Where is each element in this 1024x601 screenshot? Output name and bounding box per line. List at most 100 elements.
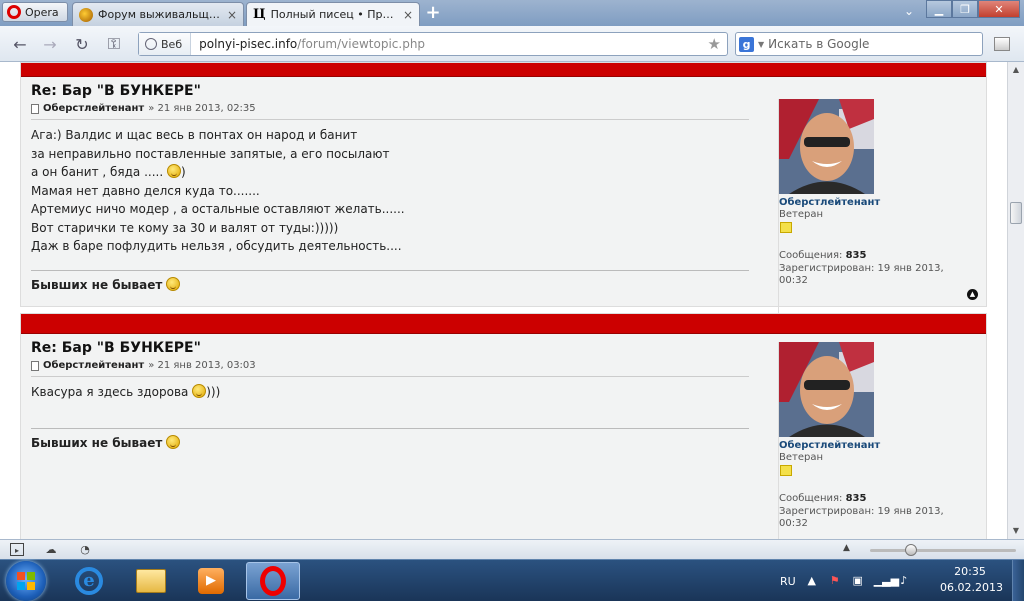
zoom-slider-handle[interactable] (905, 544, 917, 556)
opera-menu-button[interactable]: Opera (2, 2, 68, 22)
start-button[interactable] (6, 561, 46, 601)
show-hidden-icons-icon[interactable]: ▲ (805, 574, 819, 588)
taskbar-clock[interactable]: 20:35 06.02.2013 (940, 564, 1003, 596)
post-line: Ага:) Валдис и щас весь в понтах он наро… (31, 128, 358, 142)
system-tray: RU ▲ ⚑ ▣ ▁▃▅ ♪ (780, 560, 911, 601)
language-indicator[interactable]: RU (780, 575, 796, 588)
tab-close-icon[interactable]: × (403, 8, 413, 22)
tab-close-icon[interactable]: × (227, 8, 237, 22)
post-link-icon[interactable] (31, 103, 39, 114)
windows-logo-icon (17, 572, 35, 590)
address-bar[interactable]: Веб polnyi-pisec.info/forum/viewtopic.ph… (138, 32, 728, 56)
rank-badge-icon (780, 465, 792, 476)
scroll-up-arrow-icon[interactable]: ▲ (1008, 62, 1024, 78)
forum-post: Re: Бар "В БУНКЕРЕ" Оберстлейтенант » 21… (20, 313, 987, 539)
signature-text: Бывших не бывает (31, 436, 163, 450)
tab-label: Форум выживальщик... (98, 8, 222, 21)
device-icon[interactable]: ▣ (851, 574, 865, 588)
tab-label: Полный писец • Прос... (270, 8, 398, 21)
posts-count-value: 835 (845, 250, 867, 261)
scrollbar-thumb[interactable] (1010, 202, 1022, 224)
maximize-button[interactable]: ❐ (952, 0, 978, 18)
taskbar-media-player[interactable]: ▶ (184, 562, 238, 600)
posts-count-label: Сообщения: (779, 493, 843, 504)
reload-icon[interactable]: ↻ (72, 34, 92, 54)
post-link-icon[interactable] (31, 360, 39, 371)
window-controls: ▁ ❐ ✕ (926, 0, 1020, 18)
panel-toggle-icon[interactable] (994, 37, 1010, 51)
vertical-scrollbar[interactable]: ▲ ▼ (1007, 62, 1024, 539)
minimize-button[interactable]: ▁ (926, 0, 952, 18)
avatar (779, 99, 874, 194)
zoom-arrow-icon[interactable]: ▲ (843, 543, 850, 553)
taskbar-explorer[interactable] (124, 562, 178, 600)
post-signature: Бывших не бывает (31, 428, 749, 450)
site-favicon-icon: Ц (253, 7, 266, 22)
close-window-button[interactable]: ✕ (978, 0, 1020, 18)
web-mode-badge[interactable]: Веб (139, 33, 192, 55)
tab-forum-survivalist[interactable]: Форум выживальщик... × (72, 2, 244, 26)
profile-stats: Сообщения: 835 Зарегистрирован: 19 янв 2… (779, 250, 969, 288)
smiley-grin-icon (192, 384, 207, 398)
key-icon[interactable]: ⚿ (104, 34, 124, 54)
tab-list-chevron-icon[interactable]: ⌄ (904, 4, 914, 18)
post-line-suffix: ) (181, 165, 186, 179)
post-author[interactable]: Оберстлейтенант (43, 103, 144, 114)
post-date: » 21 янв 2013, 03:03 (148, 360, 256, 371)
post-title[interactable]: Re: Бар "В БУНКЕРЕ" (31, 83, 976, 99)
posts-count-label: Сообщения: (779, 250, 843, 261)
post-line: Даж в баре пофлудить нельзя , обсудить д… (31, 239, 402, 253)
taskbar-internet-explorer[interactable]: e (62, 562, 116, 600)
site-favicon-icon (79, 7, 93, 22)
scroll-down-arrow-icon[interactable]: ▼ (1008, 523, 1024, 539)
zoom-slider[interactable] (870, 549, 1016, 552)
post-header-bar (21, 63, 986, 77)
opera-unite-cloud-icon[interactable]: ☁ (44, 543, 58, 556)
rank-badge-icon (780, 222, 792, 233)
post-header-bar (21, 314, 986, 334)
show-desktop-button[interactable] (1012, 560, 1024, 601)
volume-icon[interactable]: ♪ (897, 574, 911, 588)
smiley-icon (166, 435, 181, 449)
clock-date: 06.02.2013 (940, 581, 1003, 594)
turbo-gauge-icon[interactable]: ◔ (78, 543, 92, 556)
page-content: Re: Бар "В БУНКЕРЕ" Оберстлейтенант » 21… (0, 62, 1007, 539)
post-line: Вот старички те кому за 30 и валят от ту… (31, 220, 339, 235)
post-line-suffix: ))) (206, 385, 221, 399)
posts-count-value: 835 (845, 493, 867, 504)
post-author[interactable]: Оберстлейтенант (43, 360, 144, 371)
signature-text: Бывших не бывает (31, 277, 163, 292)
network-signal-icon[interactable]: ▁▃▅ (874, 574, 899, 588)
profile-rank: Ветеран (779, 452, 824, 463)
profile-username[interactable]: Оберстлейтенант (779, 440, 880, 451)
bookmark-star-icon[interactable]: ★ (708, 35, 727, 53)
panel-toggle-icon[interactable]: ▸ (10, 543, 24, 556)
url-path: /forum/viewtopic.php (297, 37, 426, 51)
action-center-flag-icon[interactable]: ⚑ (828, 574, 842, 588)
search-placeholder: Искать в Google (768, 37, 870, 51)
clock-time: 20:35 (954, 565, 986, 578)
post-line: за неправильно поставленные запятые, а е… (31, 146, 390, 161)
profile-rank: Ветеран (779, 209, 824, 220)
url-text[interactable]: polnyi-pisec.info/forum/viewtopic.php (191, 37, 707, 51)
profile-stats: Сообщения: 835 Зарегистрирован: 19 янв 2… (779, 493, 969, 531)
new-tab-button[interactable]: + (424, 4, 442, 22)
post-line-text: Квасура я здесь здорова (31, 385, 189, 399)
back-to-top-icon[interactable]: ▲ (967, 289, 978, 300)
forum-post: Re: Бар "В БУНКЕРЕ" Оберстлейтенант » 21… (20, 62, 987, 328)
post-line: Квасура я здесь здорова ))) (31, 383, 749, 402)
author-profile: Оберстлейтенант Ветеран Сообщения: 835 З… (778, 99, 973, 328)
search-engine-chevron-icon[interactable]: ▼ (758, 40, 764, 49)
tab-polnyi-pisec[interactable]: Ц Полный писец • Прос... × (246, 2, 420, 26)
taskbar-opera[interactable] (246, 562, 300, 600)
back-arrow-icon[interactable]: ← (10, 34, 30, 54)
search-input[interactable]: g ▼ Искать в Google (735, 32, 983, 56)
profile-username[interactable]: Оберстлейтенант (779, 197, 880, 208)
google-icon[interactable]: g (739, 36, 754, 52)
smiley-grin-icon (167, 164, 181, 178)
forward-arrow-icon[interactable]: → (40, 34, 60, 54)
windows-taskbar: e ▶ RU ▲ ⚑ ▣ ▁▃▅ ♪ 20:35 06.02.2013 (0, 559, 1024, 601)
opera-menu-label: Opera (25, 5, 59, 19)
media-player-icon: ▶ (198, 568, 224, 594)
registered-label: Зарегистрирован: (779, 262, 875, 274)
